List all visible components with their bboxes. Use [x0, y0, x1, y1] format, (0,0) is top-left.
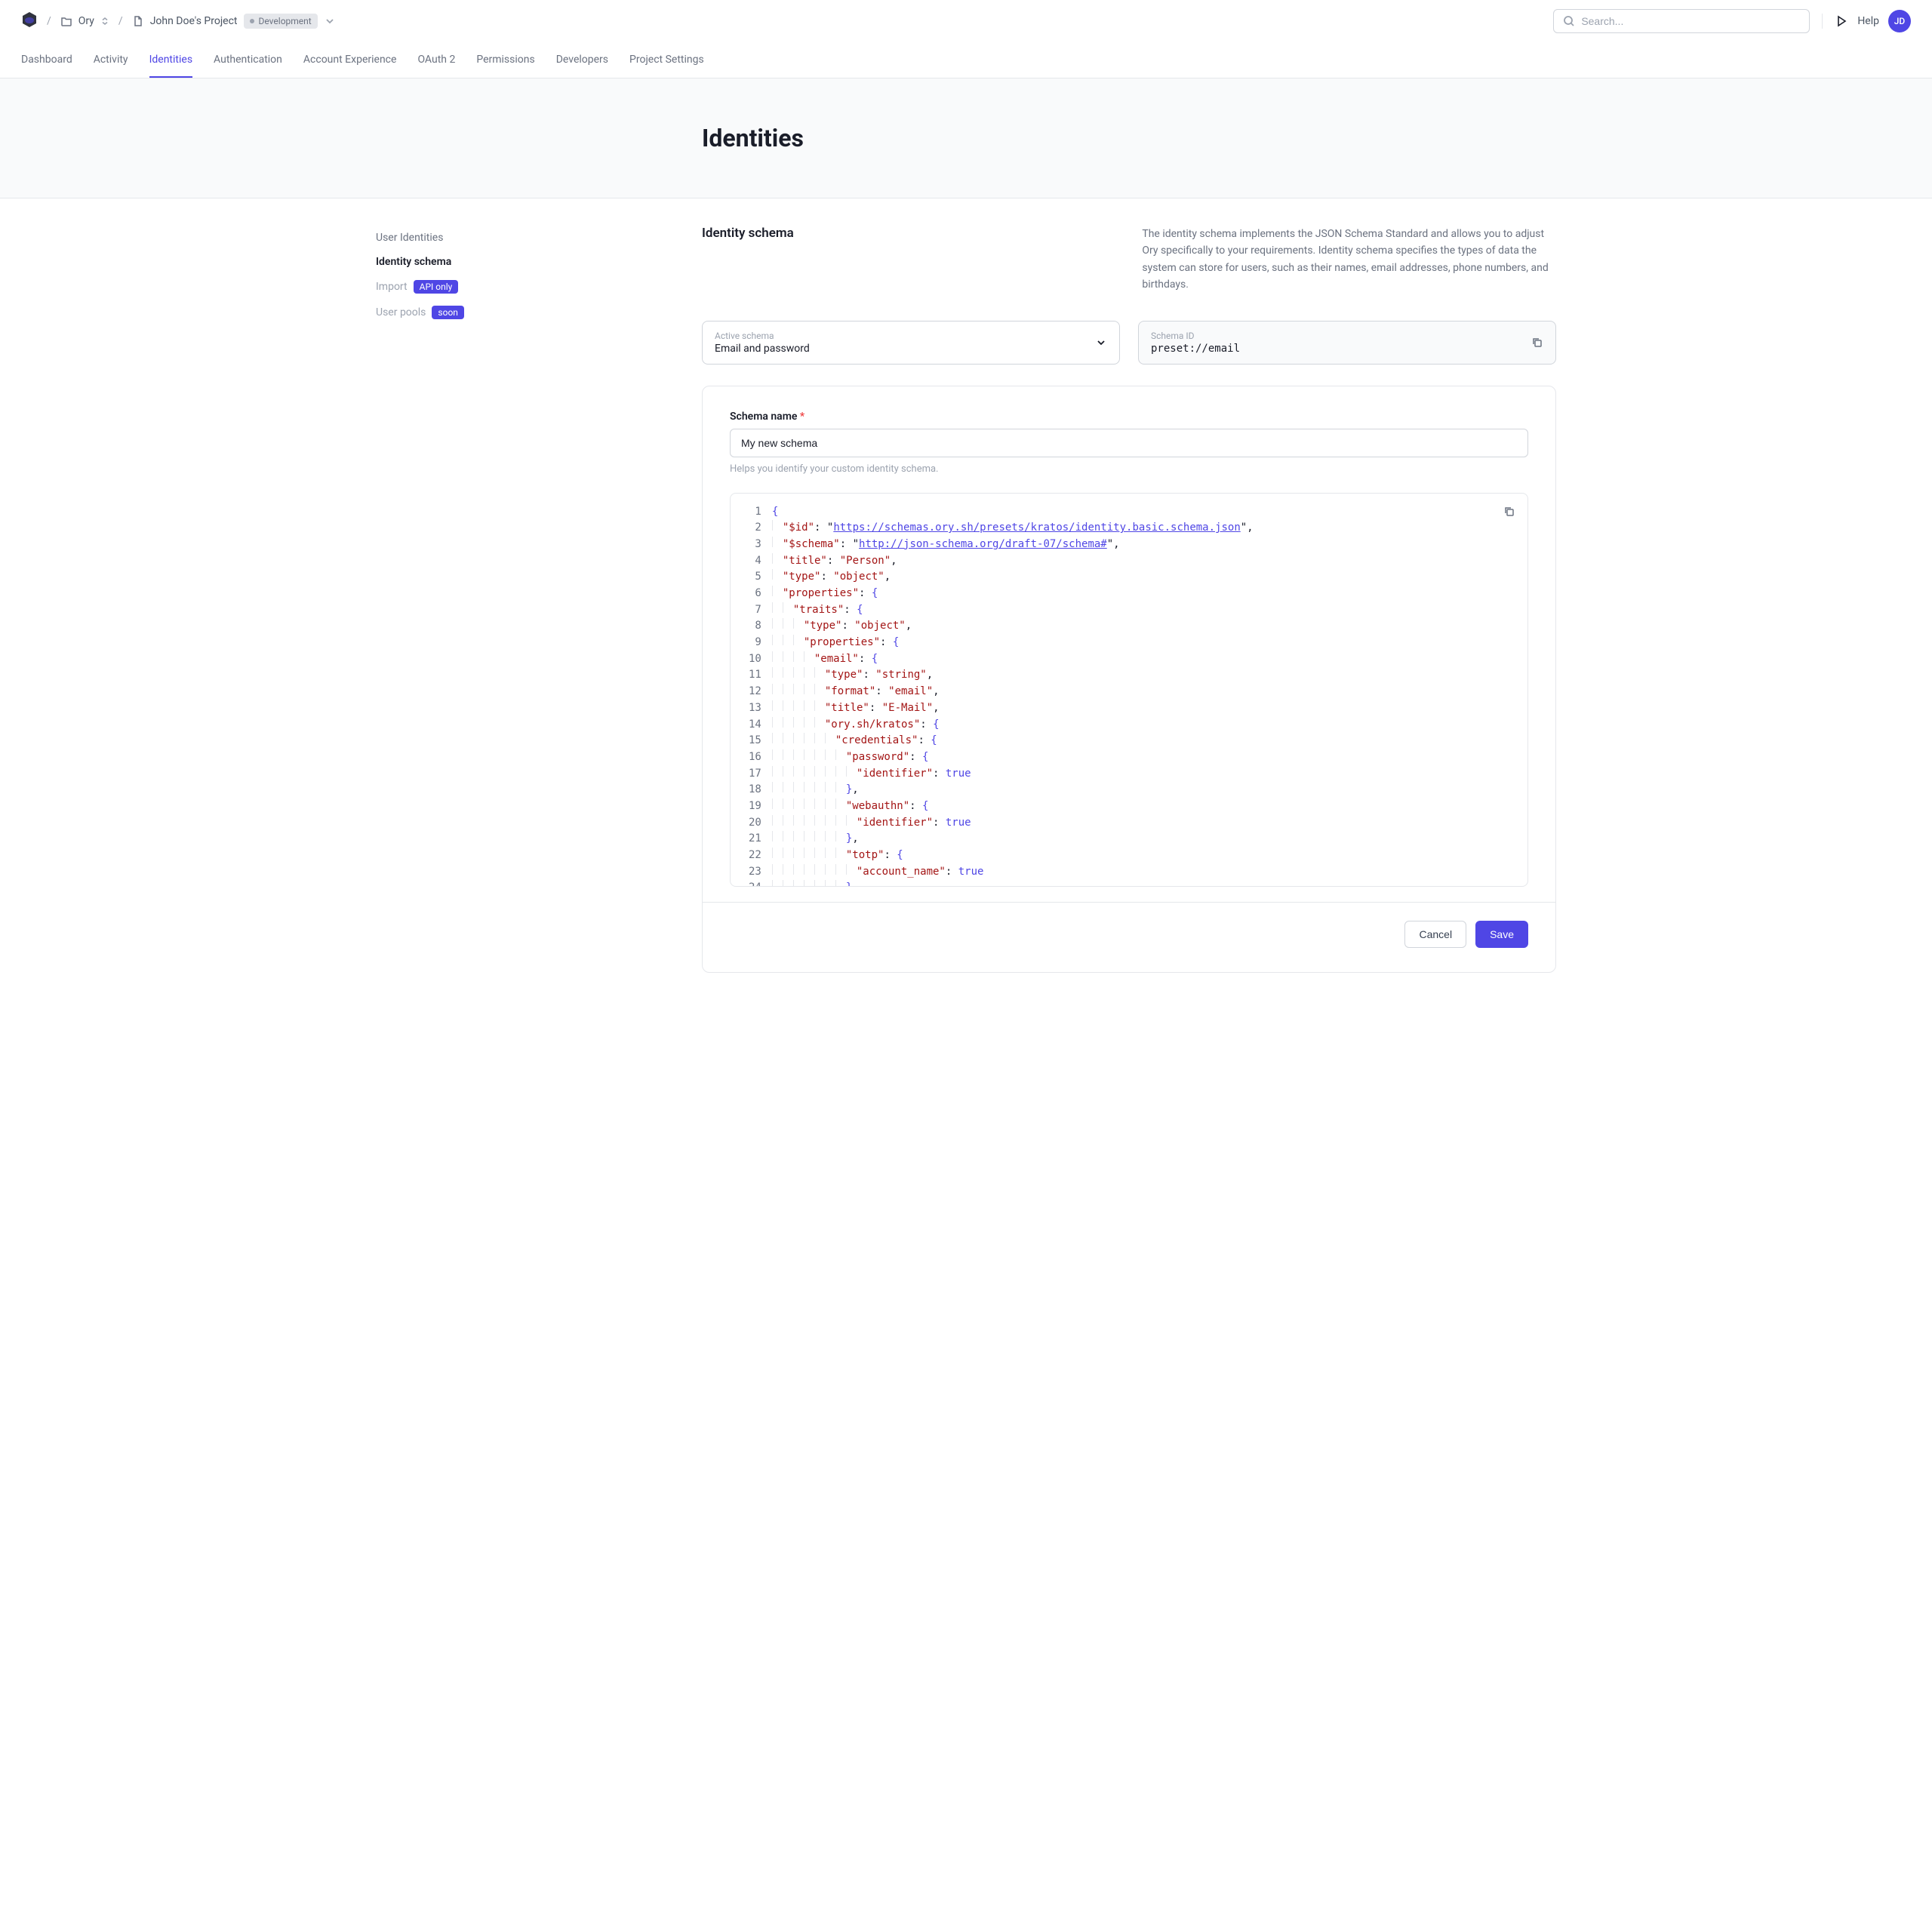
- field-value: Email and password: [715, 343, 1107, 355]
- section-title: Identity schema: [702, 226, 1112, 294]
- chevron-down-icon: [324, 15, 336, 27]
- sidebar-item-import[interactable]: Import API only: [376, 274, 684, 300]
- sidebar-item-label: User Identities: [376, 232, 443, 244]
- tab-project-settings[interactable]: Project Settings: [629, 43, 704, 78]
- breadcrumb-workspace[interactable]: Ory: [60, 15, 109, 27]
- sidebar: User Identities Identity schema Import API …: [376, 226, 702, 973]
- footer-actions: Cancel Save: [703, 902, 1555, 948]
- breadcrumb-sep: /: [47, 15, 51, 27]
- schema-editor-card: Schema name * Helps you identify your cu…: [702, 386, 1556, 973]
- top-tabs: Dashboard Activity Identities Authenticatio…: [0, 43, 1932, 78]
- breadcrumb-sep: /: [118, 15, 123, 27]
- help-link[interactable]: Help: [1857, 15, 1879, 27]
- chevron-down-icon: [1095, 337, 1107, 349]
- sidebar-item-label: Identity schema: [376, 256, 451, 268]
- hero: Identities: [0, 78, 1932, 198]
- page-title: Identities: [702, 124, 1556, 152]
- schema-id-field: Schema ID preset://email: [1138, 321, 1556, 365]
- sidebar-item-label: User pools: [376, 306, 426, 318]
- tab-authentication[interactable]: Authentication: [214, 43, 282, 78]
- play-icon[interactable]: [1835, 14, 1848, 28]
- main-content: Identity schema The identity schema impl…: [702, 226, 1556, 973]
- schema-name-input[interactable]: [730, 429, 1528, 457]
- save-button[interactable]: Save: [1475, 921, 1528, 948]
- cancel-button[interactable]: Cancel: [1404, 921, 1466, 948]
- tab-account-experience[interactable]: Account Experience: [303, 43, 397, 78]
- field-value: preset://email: [1151, 343, 1543, 355]
- header: / Ory / John Doe's Project Development H…: [0, 0, 1932, 43]
- schema-name-label: Schema name *: [730, 411, 1528, 423]
- env-badge: Development: [244, 14, 318, 29]
- copy-icon[interactable]: [1503, 506, 1515, 518]
- file-icon: [132, 15, 144, 27]
- folder-icon: [60, 15, 72, 27]
- tab-permissions[interactable]: Permissions: [476, 43, 534, 78]
- schema-name-hint: Helps you identify your custom identity …: [730, 463, 1528, 475]
- divider: [1822, 14, 1823, 29]
- section-description: The identity schema implements the JSON …: [1142, 226, 1556, 294]
- active-schema-select[interactable]: Active schema Email and password: [702, 321, 1120, 365]
- code-gutter: 1234567891011121314151617181920212223242…: [731, 504, 772, 875]
- avatar[interactable]: JD: [1888, 10, 1911, 32]
- tab-identities[interactable]: Identities: [149, 43, 192, 78]
- tab-oauth-2[interactable]: OAuth 2: [417, 43, 455, 78]
- search-icon: [1563, 15, 1575, 27]
- sidebar-item-user-pools[interactable]: User pools soon: [376, 300, 684, 325]
- copy-icon[interactable]: [1531, 337, 1543, 349]
- badge: API only: [414, 280, 459, 294]
- code-lines[interactable]: {"$id": "https://schemas.ory.sh/presets/…: [772, 504, 1527, 875]
- ory-logo[interactable]: [21, 11, 38, 32]
- badge: soon: [432, 306, 464, 319]
- breadcrumb-project-label: John Doe's Project: [150, 15, 238, 27]
- search-input[interactable]: [1581, 15, 1800, 27]
- sidebar-item-identity-schema[interactable]: Identity schema: [376, 250, 684, 274]
- sidebar-item-label: Import: [376, 281, 408, 293]
- field-label: Schema ID: [1151, 331, 1543, 341]
- search-box[interactable]: [1553, 9, 1810, 33]
- breadcrumb-workspace-label: Ory: [78, 15, 94, 27]
- code-editor[interactable]: 1234567891011121314151617181920212223242…: [730, 493, 1528, 887]
- sidebar-item-user-identities[interactable]: User Identities: [376, 226, 684, 250]
- breadcrumb-project[interactable]: John Doe's Project Development: [132, 14, 336, 29]
- tab-activity[interactable]: Activity: [94, 43, 128, 78]
- tab-developers[interactable]: Developers: [556, 43, 608, 78]
- tab-dashboard[interactable]: Dashboard: [21, 43, 72, 78]
- sort-icon: [100, 17, 109, 26]
- field-label: Active schema: [715, 331, 1107, 341]
